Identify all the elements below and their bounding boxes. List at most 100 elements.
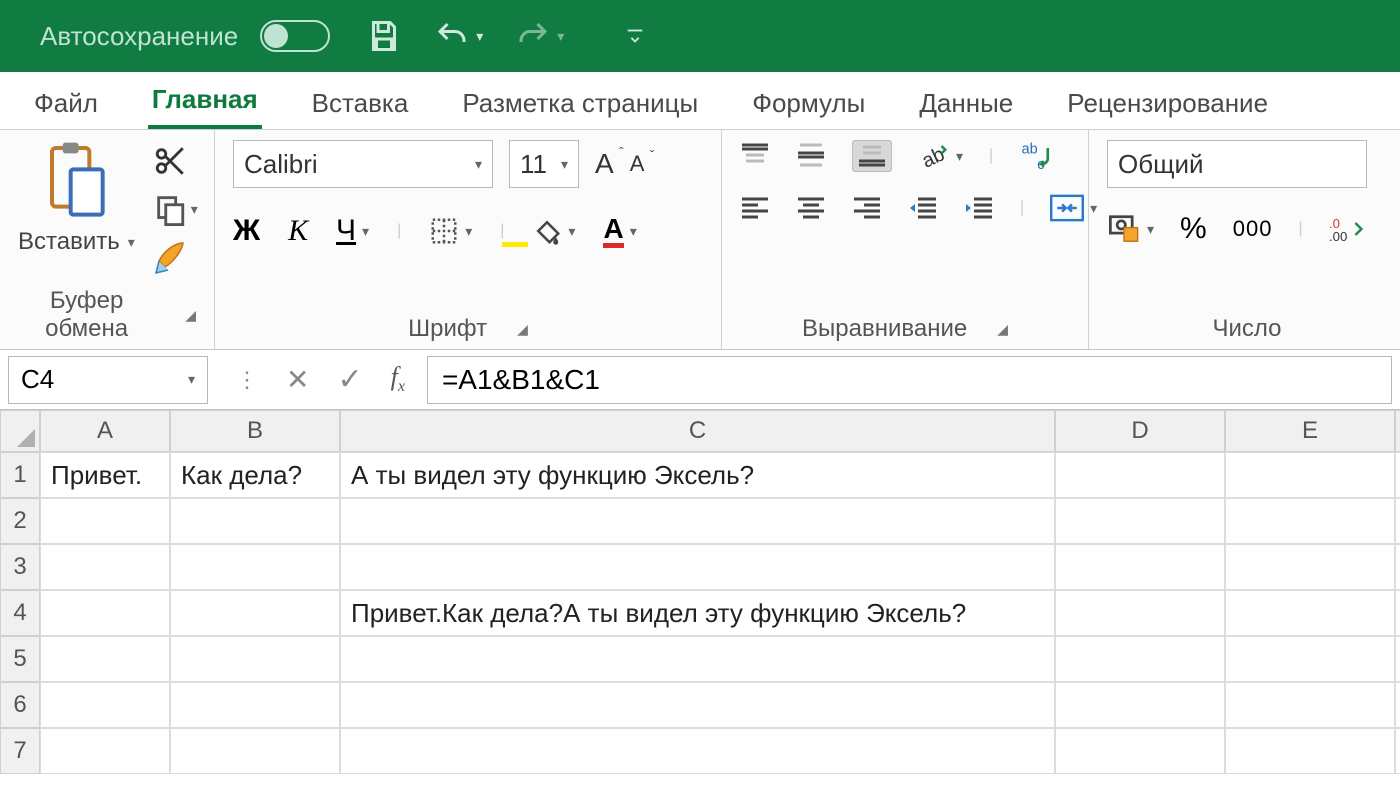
align-bottom-button[interactable] (852, 140, 892, 172)
cell[interactable] (1055, 682, 1225, 728)
customize-qat-button[interactable] (620, 21, 650, 51)
col-header-B[interactable]: B (170, 410, 340, 452)
cell[interactable] (1055, 498, 1225, 544)
cell[interactable] (1225, 452, 1395, 498)
cell[interactable] (1395, 544, 1400, 590)
insert-function-button[interactable]: fx (391, 362, 405, 396)
increase-decimal-button[interactable]: .0.00 (1329, 215, 1365, 243)
cell[interactable] (1395, 590, 1400, 636)
undo-button[interactable]: ▾ (428, 14, 487, 58)
cell[interactable] (170, 498, 340, 544)
cell[interactable] (170, 544, 340, 590)
row-header-6[interactable]: 6 (0, 682, 40, 728)
number-format-combo[interactable]: Общий (1107, 140, 1367, 188)
copy-button[interactable]: ▾ (153, 192, 198, 226)
redo-button[interactable]: ▾ (509, 14, 568, 58)
name-box[interactable]: C4 ▾ (8, 356, 208, 404)
cell[interactable] (1055, 452, 1225, 498)
clipboard-dialog-launcher-icon[interactable]: ◢ (185, 307, 196, 324)
format-painter-button[interactable] (153, 240, 198, 276)
cell[interactable] (40, 682, 170, 728)
orientation-button[interactable]: ab ▾ (918, 141, 963, 171)
paste-dropdown-caret[interactable]: ▾ (128, 234, 135, 251)
cell[interactable] (170, 728, 340, 774)
cell[interactable] (1395, 636, 1400, 682)
cell[interactable] (1395, 452, 1400, 498)
percent-button[interactable]: % (1180, 212, 1207, 246)
cell[interactable] (1225, 544, 1395, 590)
cell[interactable] (1055, 544, 1225, 590)
formula-input[interactable]: =A1&B1&C1 (427, 356, 1392, 404)
fill-color-button[interactable]: ▾ (532, 216, 575, 246)
cell[interactable] (1055, 590, 1225, 636)
save-button[interactable] (362, 14, 406, 58)
cut-button[interactable] (153, 144, 198, 178)
cell[interactable] (1225, 682, 1395, 728)
cell[interactable] (1225, 728, 1395, 774)
cell[interactable] (40, 590, 170, 636)
cell[interactable] (340, 498, 1055, 544)
tab-формулы[interactable]: Формулы (748, 74, 869, 129)
formula-menu-button[interactable]: ⋮ (236, 367, 258, 393)
copy-dropdown-caret[interactable]: ▾ (191, 201, 198, 218)
tab-вставка[interactable]: Вставка (308, 74, 413, 129)
cell[interactable] (1055, 728, 1225, 774)
row-header-3[interactable]: 3 (0, 544, 40, 590)
tab-главная[interactable]: Главная (148, 70, 262, 129)
cell[interactable] (170, 636, 340, 682)
row-header-4[interactable]: 4 (0, 590, 40, 636)
cell[interactable]: Как дела? (170, 452, 340, 498)
align-center-button[interactable] (796, 196, 826, 220)
decrease-indent-button[interactable] (908, 196, 938, 220)
comma-style-button[interactable]: 000 (1233, 216, 1273, 242)
col-header-blank[interactable] (1395, 410, 1400, 452)
tab-разметка страницы[interactable]: Разметка страницы (458, 74, 702, 129)
tab-данные[interactable]: Данные (915, 74, 1017, 129)
cell[interactable] (340, 636, 1055, 682)
font-name-combo[interactable]: Calibri ▾ (233, 140, 493, 188)
paste-button[interactable]: Вставить ▾ (18, 140, 135, 256)
row-header-7[interactable]: 7 (0, 728, 40, 774)
cell[interactable] (40, 544, 170, 590)
cell[interactable] (340, 544, 1055, 590)
col-header-A[interactable]: A (40, 410, 170, 452)
align-middle-button[interactable] (796, 143, 826, 169)
cell[interactable]: Привет.Как дела?А ты видел эту функцию Э… (340, 590, 1055, 636)
accounting-format-button[interactable]: ▾ (1107, 214, 1154, 244)
cell[interactable] (1395, 498, 1400, 544)
sheet-grid[interactable]: ABCDE1Привет.Как дела?А ты видел эту фун… (0, 410, 1400, 774)
select-all-corner[interactable] (0, 410, 40, 452)
undo-dropdown-caret[interactable]: ▾ (476, 28, 483, 45)
name-box-caret[interactable]: ▾ (188, 371, 195, 388)
align-top-button[interactable] (740, 143, 770, 169)
font-size-combo[interactable]: 11 ▾ (509, 140, 579, 188)
bold-button[interactable]: Ж (233, 214, 260, 248)
italic-button[interactable]: К (288, 214, 308, 248)
increase-indent-button[interactable] (964, 196, 994, 220)
cell[interactable] (340, 682, 1055, 728)
wrap-text-button[interactable]: abc (1019, 140, 1053, 172)
increase-font-button[interactable]: Aˆ (595, 148, 614, 180)
col-header-C[interactable]: C (340, 410, 1055, 452)
cell[interactable]: А ты видел эту функцию Эксель? (340, 452, 1055, 498)
tab-файл[interactable]: Файл (30, 74, 102, 129)
col-header-E[interactable]: E (1225, 410, 1395, 452)
underline-button[interactable]: Ч▾ (336, 214, 369, 248)
cell[interactable] (1225, 498, 1395, 544)
cell[interactable] (40, 498, 170, 544)
decrease-font-button[interactable]: Aˇ (630, 151, 645, 177)
cell[interactable] (170, 590, 340, 636)
cell[interactable] (1395, 728, 1400, 774)
align-left-button[interactable] (740, 196, 770, 220)
row-header-5[interactable]: 5 (0, 636, 40, 682)
cell[interactable] (170, 682, 340, 728)
redo-dropdown-caret[interactable]: ▾ (557, 28, 564, 45)
font-dialog-launcher-icon[interactable]: ◢ (517, 321, 528, 338)
cancel-formula-button[interactable]: ✕ (286, 363, 309, 396)
cell[interactable]: Привет. (40, 452, 170, 498)
alignment-dialog-launcher-icon[interactable]: ◢ (997, 321, 1008, 338)
cell[interactable] (1395, 682, 1400, 728)
row-header-1[interactable]: 1 (0, 452, 40, 498)
borders-button[interactable]: ▾ (429, 216, 472, 246)
col-header-D[interactable]: D (1055, 410, 1225, 452)
